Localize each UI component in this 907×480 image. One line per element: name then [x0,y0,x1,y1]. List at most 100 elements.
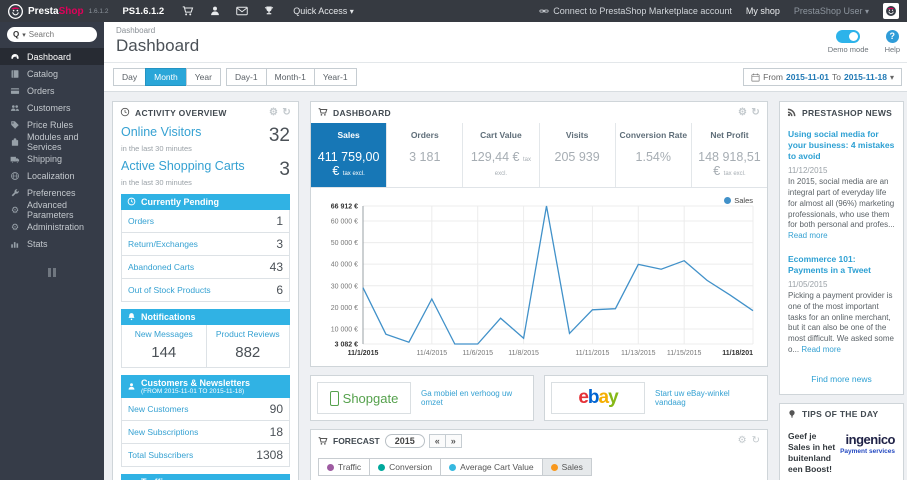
sidebar-collapse-button[interactable] [45,268,59,277]
cart-icon[interactable] [182,5,194,17]
search-input[interactable] [28,30,79,39]
shopgate-logo[interactable]: Shopgate [317,382,411,414]
globe-icon [10,171,20,181]
kpi-tab-sales[interactable]: Sales 411 759,00 € tax excl. [311,123,388,187]
read-more-link[interactable]: Read more [788,231,828,240]
sidebar-item-orders[interactable]: Orders [0,82,104,99]
forecast-legend-conversion[interactable]: Conversion [369,458,442,476]
forecast-panel-title: FORECAST [333,436,380,446]
svg-text:11/13/2015: 11/13/2015 [621,350,656,357]
search-scope-chevron-icon[interactable]: ▾ [22,31,26,39]
panel-settings-icon[interactable]: ⚙ [738,107,747,118]
svg-text:50 000 €: 50 000 € [331,240,358,247]
panel-refresh-icon[interactable]: ↻ [751,107,760,118]
page-title: Dashboard [116,36,200,55]
news-item-title[interactable]: Ecommerce 101: Payments in a Tweet [788,254,895,276]
customer-icon[interactable] [209,5,221,17]
ebay-banner: ebay Start uw eBay-winkel vandaag [544,375,768,421]
sidebar-item-catalog[interactable]: Catalog [0,65,104,82]
pending-row-orders: Orders 1 [122,210,289,233]
shop-name[interactable]: PS1.6.1.2 [122,6,164,17]
range-month-1-button[interactable]: Month-1 [265,68,315,86]
sidebar-item-localization[interactable]: Localization [0,167,104,184]
active-carts-value: 3 [279,159,290,180]
sidebar-item-customers[interactable]: Customers [0,99,104,116]
breadcrumb[interactable]: Dashboard [116,26,199,35]
news-item-title[interactable]: Using social media for your business: 4 … [788,129,895,162]
active-carts-link[interactable]: Active Shopping Carts [121,159,245,173]
quick-access-menu[interactable]: Quick Access ▾ [293,6,354,16]
new-subscriptions-row: New Subscriptions 18 [122,421,289,444]
sidebar-item-shipping[interactable]: Shipping [0,150,104,167]
sidebar-item-stats[interactable]: Stats [0,235,104,252]
sidebar-item-preferences[interactable]: Preferences [0,184,104,201]
panel-settings-icon[interactable]: ⚙ [269,107,278,118]
date-range-picker[interactable]: From 2015-11-01 To 2015-11-18 ▾ [743,68,902,86]
read-more-link[interactable]: Read more [801,345,841,354]
sidebar-item-dashboard[interactable]: Dashboard [0,48,104,65]
my-shop-link[interactable]: My shop [746,6,780,16]
panel-refresh-icon[interactable]: ↻ [752,436,760,446]
forecast-legend-sales[interactable]: Sales [541,458,592,476]
kpi-tab-visits[interactable]: Visits 205 939 [540,123,616,187]
news-item-date: 11/05/2015 [788,280,828,290]
rss-icon [787,107,798,118]
sidebar-search[interactable]: Q ▾ [7,27,97,42]
forecast-prev-button[interactable]: « [428,434,446,448]
user-menu[interactable]: PrestaShop User ▾ [794,6,869,16]
kpi-tab-conversion-rate[interactable]: Conversion Rate 1.54% [616,123,692,187]
brand-version: 1.6.1.2 [88,7,109,15]
panel-settings-icon[interactable]: ⚙ [738,436,747,446]
messages-icon[interactable] [236,5,248,17]
lightbulb-icon [787,409,798,420]
chevron-down-icon: ▾ [349,7,354,16]
cogs-icon: ⚙ [10,204,20,215]
link-icon [539,9,549,13]
sidebar-item-modules[interactable]: Modules and Services [0,132,104,152]
gear-icon: ⚙ [10,221,20,232]
panel-refresh-icon[interactable]: ↻ [282,107,291,118]
range-month-button[interactable]: Month [145,68,187,86]
sidebar-item-price-rules[interactable]: Price Rules [0,116,104,133]
shopgate-link[interactable]: Ga mobiel en verhoog uw omzet [421,389,527,407]
marketplace-link[interactable]: Connect to PrestaShop Marketplace accoun… [539,6,732,16]
puzzle-icon [10,137,20,147]
kpi-tab-net-profit[interactable]: Net Profit 148 918,51 € tax excl. [692,123,767,187]
trophy-icon[interactable] [263,5,275,17]
svg-text:30 000 €: 30 000 € [331,283,358,290]
forecast-panel: FORECAST 2015 « » ⚙ ↻ Traffic Conversion [310,429,768,480]
svg-text:11/11/2015: 11/11/2015 [575,350,609,357]
forecast-legend-traffic[interactable]: Traffic [318,458,371,476]
chart-legend[interactable]: Sales [724,196,753,205]
ebay-link[interactable]: Start uw eBay-winkel vandaag [655,389,761,407]
find-more-news-link[interactable]: Find more news [788,368,895,388]
forecast-year-input[interactable]: 2015 [384,434,425,448]
calendar-icon [751,73,760,82]
tag-icon [10,120,20,130]
demo-mode-toggle[interactable] [836,30,861,43]
group-icon [10,103,20,113]
forecast-legend-average-cart-value[interactable]: Average Cart Value [440,458,543,476]
activity-panel-title: ACTIVITY OVERVIEW [135,107,227,118]
help-icon[interactable]: ? [885,30,899,43]
svg-text:10 000 €: 10 000 € [331,327,358,334]
pending-row-out-of-stock: Out of Stock Products 6 [128,283,283,297]
gauge-icon [10,52,20,62]
range-year-button[interactable]: Year [185,68,221,86]
svg-text:3 082 €: 3 082 € [335,342,358,349]
prestashop-logo[interactable]: PrestaShop 1.6.1.2 [8,3,109,19]
range-day-button[interactable]: Day [113,68,147,86]
kpi-tab-cart-value[interactable]: Cart Value 129,44 € tax excl. [463,123,540,187]
sidebar-item-administration[interactable]: ⚙ Administration [0,218,104,235]
range-year-1-button[interactable]: Year-1 [313,68,357,86]
ingenico-logo[interactable]: ingenico Payment services [840,431,895,456]
svg-text:11/4/2015: 11/4/2015 [417,350,448,357]
online-visitors-link[interactable]: Online Visitors [121,125,201,139]
avatar[interactable] [883,3,899,19]
ebay-logo[interactable]: ebay [551,382,645,414]
range-day-1-button[interactable]: Day-1 [225,68,267,86]
forecast-next-button[interactable]: » [444,434,462,448]
kpi-tab-orders[interactable]: Orders 3 181 [387,123,464,187]
svg-text:20 000 €: 20 000 € [331,305,358,312]
sidebar-item-advanced-parameters[interactable]: ⚙ Advanced Parameters [0,200,104,220]
